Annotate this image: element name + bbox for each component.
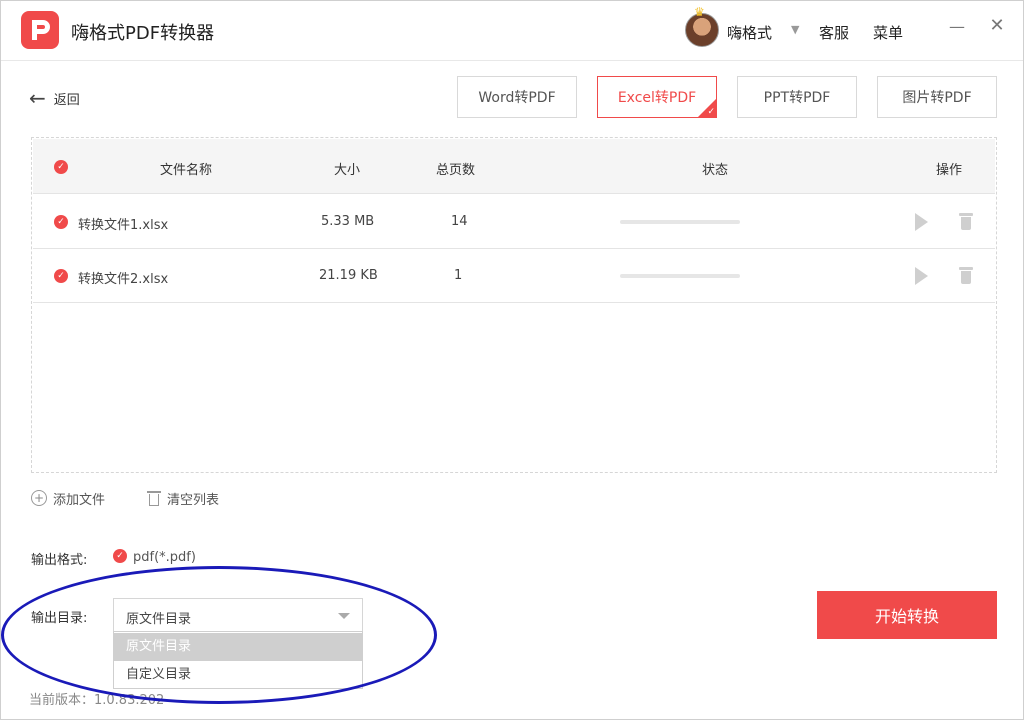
back-label: 返回 — [53, 92, 80, 108]
minimize-button[interactable]: — — [945, 17, 969, 36]
header-actions: 操作 — [936, 163, 963, 178]
crown-icon: ♛ — [694, 5, 705, 19]
trash-icon — [147, 490, 161, 506]
add-file-label: 添加文件 — [53, 492, 106, 508]
add-file-button[interactable]: + 添加文件 — [31, 488, 105, 508]
app-logo-icon — [21, 11, 59, 49]
check-icon: ✓ — [707, 107, 715, 117]
file-name: 转换文件1.xlsx — [78, 218, 169, 233]
customer-service-link[interactable]: 客服 — [819, 22, 849, 43]
trash-icon[interactable] — [959, 266, 973, 284]
play-icon[interactable] — [915, 213, 928, 231]
page-count: 14 — [451, 214, 468, 229]
file-size: 21.19 KB — [319, 268, 378, 283]
back-button[interactable]: ← 返回 — [29, 86, 80, 110]
tab-excel-to-pdf[interactable]: Excel转PDF ✓ — [597, 76, 717, 118]
chevron-down-icon — [338, 613, 350, 619]
close-button[interactable]: ✕ — [985, 15, 1009, 36]
version-text: 当前版本：1.0.83.202 — [29, 693, 165, 708]
file-name: 转换文件2.xlsx — [78, 272, 169, 287]
progress-bar — [620, 274, 740, 278]
format-checkbox[interactable]: ✓ — [113, 549, 127, 563]
output-dir-label: 输出目录: — [31, 611, 88, 626]
chevron-down-icon[interactable]: ▼ — [791, 23, 799, 36]
dropdown-option-custom[interactable]: 自定义目录 — [114, 661, 362, 689]
tab-label: Word转PDF — [478, 90, 556, 106]
app-window: 嗨格式PDF转换器 ♛ 嗨格式 ▼ 客服 菜单 — ✕ ← 返回 Word转PD… — [0, 0, 1024, 720]
output-dir-dropdown: 原文件目录 自定义目录 — [113, 631, 363, 689]
row-checkbox[interactable]: ✓ — [54, 269, 68, 283]
output-dir-value: 原文件目录 — [126, 612, 192, 627]
header-size: 大小 — [334, 163, 361, 178]
arrow-left-icon: ← — [29, 86, 46, 110]
header-pages: 总页数 — [436, 163, 476, 178]
start-convert-button[interactable]: 开始转换 — [817, 591, 997, 639]
tab-image-to-pdf[interactable]: 图片转PDF — [877, 76, 997, 118]
trash-icon[interactable] — [959, 212, 973, 230]
play-icon[interactable] — [915, 267, 928, 285]
file-list: ✓ 文件名称 大小 总页数 状态 操作 ✓ 转换文件1.xlsx 5.33 MB… — [31, 137, 997, 473]
output-dir-select[interactable]: 原文件目录 — [113, 598, 363, 632]
app-title: 嗨格式PDF转换器 — [71, 23, 215, 44]
table-row: ✓ 转换文件1.xlsx 5.33 MB 14 — [33, 195, 995, 249]
table-header: ✓ 文件名称 大小 总页数 状态 操作 — [33, 139, 995, 194]
tab-word-to-pdf[interactable]: Word转PDF — [457, 76, 577, 118]
row-checkbox[interactable]: ✓ — [54, 215, 68, 229]
header-status: 状态 — [702, 163, 729, 178]
clear-list-label: 清空列表 — [167, 492, 220, 508]
plus-circle-icon: + — [31, 490, 47, 506]
user-name[interactable]: 嗨格式 — [727, 22, 772, 43]
menu-link[interactable]: 菜单 — [873, 22, 903, 43]
table-row: ✓ 转换文件2.xlsx 21.19 KB 1 — [33, 249, 995, 303]
clear-list-button[interactable]: 清空列表 — [147, 488, 219, 508]
output-format-label: 输出格式: — [31, 553, 88, 568]
progress-bar — [620, 220, 740, 224]
dropdown-option-original[interactable]: 原文件目录 — [114, 633, 362, 661]
tab-label: PPT转PDF — [763, 90, 831, 106]
page-count: 1 — [454, 268, 463, 283]
select-all-checkbox[interactable]: ✓ — [54, 160, 68, 174]
title-bar: 嗨格式PDF转换器 ♛ 嗨格式 ▼ 客服 菜单 — ✕ — [1, 1, 1023, 61]
tab-label: Excel转PDF — [617, 90, 697, 106]
file-size: 5.33 MB — [321, 214, 375, 229]
output-format-value: pdf(*.pdf) — [133, 550, 196, 565]
tab-label: 图片转PDF — [902, 90, 972, 106]
header-file-name: 文件名称 — [160, 163, 213, 178]
tab-ppt-to-pdf[interactable]: PPT转PDF — [737, 76, 857, 118]
